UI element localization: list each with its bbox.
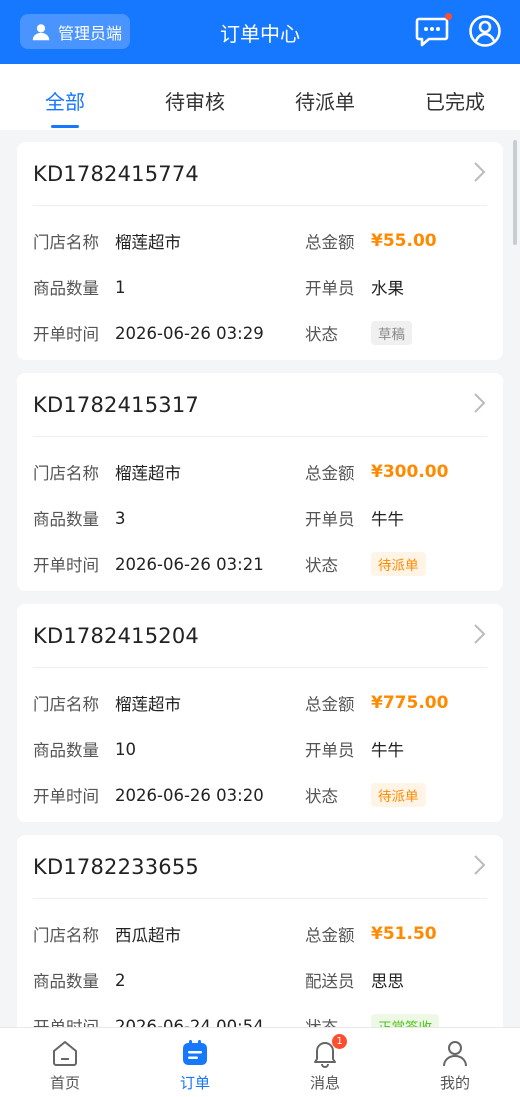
order-card-header: KD1782415317 (33, 373, 487, 437)
quantity-label: 商品数量 (33, 972, 99, 991)
order-amount: ¥55.00 (371, 231, 437, 251)
order-time: 2026-06-26 03:29 (115, 323, 264, 343)
bottom-nav: 首页 订单 1 消息 我的 (0, 1027, 520, 1097)
nav-home-label: 首页 (49, 1074, 80, 1092)
order-number: KD1782415204 (33, 623, 199, 648)
status-tabs: 全部 待审核 待派单 已完成 (0, 64, 520, 130)
order-card-header: KD1782233655 (33, 835, 487, 899)
status-badge: 待派单 (371, 552, 426, 576)
chevron-right-icon[interactable] (473, 161, 487, 187)
time-label: 开单时间 (33, 556, 99, 575)
store-name: 榴莲超市 (115, 464, 181, 483)
order-icon (183, 1040, 207, 1065)
item-quantity: 2 (115, 970, 126, 990)
order-number: KD1782233655 (33, 854, 199, 879)
status-label: 状态 (305, 556, 338, 575)
quantity-label: 商品数量 (33, 741, 99, 760)
order-time: 2026-06-26 03:20 (115, 785, 264, 805)
message-count-badge: 1 (332, 1034, 347, 1049)
store-name: 榴莲超市 (115, 233, 181, 252)
nav-profile-label: 我的 (439, 1074, 470, 1092)
status-badge: 草稿 (371, 321, 412, 345)
order-list: KD1782415774 门店名称 榴莲超市 总金额 ¥55.00 商品数量 1 开单… (17, 142, 503, 1066)
time-label: 开单时间 (33, 325, 99, 344)
account-circle-icon (469, 15, 501, 47)
profile-button[interactable] (468, 14, 502, 48)
chevron-right-icon[interactable] (473, 854, 487, 880)
store-name: 西瓜超市 (115, 926, 181, 945)
chevron-right-icon[interactable] (473, 392, 487, 418)
quantity-label: 商品数量 (33, 279, 99, 298)
amount-label: 总金额 (305, 695, 355, 714)
order-amount: ¥775.00 (371, 693, 449, 713)
chat-icon (415, 17, 449, 47)
person-name: 牛牛 (371, 510, 404, 529)
person-name: 牛牛 (371, 741, 404, 760)
status-label: 状态 (305, 787, 338, 806)
store-label: 门店名称 (33, 233, 99, 252)
nav-messages[interactable]: 1 消息 (260, 1028, 390, 1097)
store-label: 门店名称 (33, 695, 99, 714)
order-card[interactable]: KD1782415204 门店名称 榴莲超市 总金额 ¥775.00 商品数量 10 … (17, 604, 503, 822)
item-quantity: 1 (115, 277, 126, 297)
order-amount: ¥300.00 (371, 462, 449, 482)
order-time: 2026-06-26 03:21 (115, 554, 264, 574)
person-name: 思思 (371, 972, 404, 991)
person-label: 开单员 (305, 279, 355, 298)
order-number: KD1782415774 (33, 161, 199, 186)
person-label: 开单员 (305, 510, 355, 529)
app-root: 管理员端 订单中心 全部 待审核 待派单 已完成 KD1782415774 门店… (0, 0, 520, 1097)
status-label: 状态 (305, 325, 338, 344)
store-name: 榴莲超市 (115, 695, 181, 714)
order-card-header: KD1782415204 (33, 604, 487, 668)
scrollbar[interactable] (513, 140, 517, 245)
amount-label: 总金额 (305, 233, 355, 252)
order-card[interactable]: KD1782415774 门店名称 榴莲超市 总金额 ¥55.00 商品数量 1 开单… (17, 142, 503, 360)
amount-label: 总金额 (305, 926, 355, 945)
nav-messages-label: 消息 (309, 1074, 340, 1092)
nav-home[interactable]: 首页 (0, 1028, 130, 1097)
store-label: 门店名称 (33, 926, 99, 945)
message-button[interactable] (415, 13, 452, 48)
tab-all[interactable]: 全部 (0, 64, 130, 130)
nav-profile[interactable]: 我的 (390, 1028, 520, 1097)
tab-pending-dispatch[interactable]: 待派单 (260, 64, 390, 130)
profile-icon (443, 1041, 467, 1067)
item-quantity: 10 (115, 739, 136, 759)
order-amount: ¥51.50 (371, 924, 437, 944)
store-label: 门店名称 (33, 464, 99, 483)
quantity-label: 商品数量 (33, 510, 99, 529)
order-card-header: KD1782415774 (33, 142, 487, 206)
item-quantity: 3 (115, 508, 126, 528)
time-label: 开单时间 (33, 787, 99, 806)
person-name: 水果 (371, 279, 404, 298)
order-card[interactable]: KD1782415317 门店名称 榴莲超市 总金额 ¥300.00 商品数量 3 开… (17, 373, 503, 591)
nav-orders[interactable]: 订单 (130, 1028, 260, 1097)
unread-dot (445, 13, 452, 20)
amount-label: 总金额 (305, 464, 355, 483)
chevron-right-icon[interactable] (473, 623, 487, 649)
person-label: 配送员 (305, 972, 355, 991)
status-badge: 待派单 (371, 783, 426, 807)
order-number: KD1782415317 (33, 392, 199, 417)
tab-completed[interactable]: 已完成 (390, 64, 520, 130)
person-label: 开单员 (305, 741, 355, 760)
home-icon (53, 1041, 77, 1066)
order-card[interactable]: KD1782233655 门店名称 西瓜超市 总金额 ¥51.50 商品数量 2 配送… (17, 835, 503, 1053)
nav-orders-label: 订单 (179, 1074, 210, 1092)
top-header: 管理员端 订单中心 (0, 0, 520, 64)
tab-pending-review[interactable]: 待审核 (130, 64, 260, 130)
